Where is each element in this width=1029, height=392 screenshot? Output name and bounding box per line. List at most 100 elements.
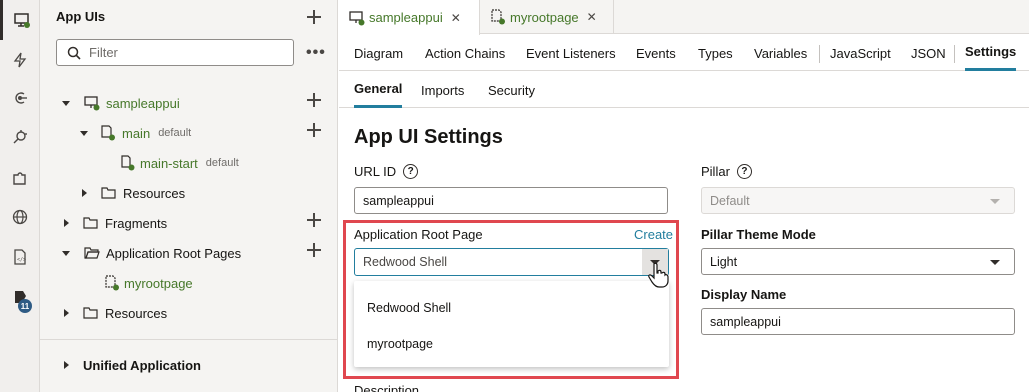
close-icon[interactable]: ✕ [451, 11, 461, 25]
option-myrootpage[interactable]: myrootpage [367, 337, 433, 351]
tree-item-sampleappui[interactable]: sampleappui [62, 92, 180, 114]
expand-caret-icon[interactable] [82, 189, 87, 197]
root-page-label: Application Root Page [354, 227, 483, 242]
hand-cursor-icon [648, 262, 669, 288]
description-label: Description [354, 383, 420, 392]
tree-item-label: Resources [123, 185, 186, 201]
file-tab-sampleappui[interactable]: sampleappui ✕ [339, 0, 480, 35]
root-page-select[interactable]: Redwood Shell [354, 248, 669, 276]
components-icon[interactable] [0, 158, 40, 198]
pillar-label: Pillar ? [701, 164, 752, 179]
app-uis-icon[interactable] [0, 0, 40, 40]
close-icon[interactable]: ✕ [587, 10, 597, 24]
expand-caret-icon[interactable] [64, 361, 69, 369]
tree-item-application-root-pages[interactable]: Application Root Pages [62, 242, 241, 264]
settings-tab-bar: General Imports Security [339, 72, 1029, 108]
audit-icon[interactable]: 11 [0, 277, 40, 317]
file-tab-label: myrootpage [510, 9, 579, 25]
pillar-theme-label: Pillar Theme Mode [701, 227, 816, 242]
collapse-caret-icon[interactable] [80, 130, 88, 136]
help-icon[interactable]: ? [403, 164, 419, 179]
tree-item-label: sampleappui [106, 95, 180, 111]
globe-icon[interactable] [0, 197, 40, 237]
page-icon [120, 155, 136, 171]
tab-action-chains[interactable]: Action Chains [425, 35, 505, 71]
display-name-label: Display Name [701, 287, 787, 302]
expand-caret-icon[interactable] [64, 309, 69, 317]
flow-icon [100, 125, 116, 141]
tab-javascript[interactable]: JavaScript [830, 35, 891, 71]
tree-item-label: myrootpage [124, 275, 193, 291]
file-tab-myrootpage[interactable]: myrootpage ✕ [480, 0, 614, 34]
folder-icon [83, 215, 99, 231]
option-redwood-shell[interactable]: Redwood Shell [367, 301, 451, 315]
tree-item-myrootpage[interactable]: myrootpage [104, 272, 193, 294]
tree-item-fragments[interactable]: Fragments [64, 212, 167, 234]
file-tab-label: sampleappui [369, 10, 443, 25]
add-to-main-button[interactable] [307, 123, 321, 137]
unified-application-label: Unified Application [83, 357, 201, 373]
tab-security[interactable]: Security [488, 72, 535, 108]
tab-general[interactable]: General [354, 72, 403, 108]
url-id-label: URL ID ? [354, 164, 419, 179]
help-icon[interactable]: ? [736, 164, 752, 179]
tab-variables[interactable]: Variables [754, 35, 807, 71]
plug-icon[interactable] [0, 117, 40, 157]
collapse-caret-icon[interactable] [62, 250, 70, 256]
chevron-down-icon [990, 199, 1000, 204]
tab-types[interactable]: Types [698, 35, 733, 71]
tab-json[interactable]: JSON [911, 35, 946, 71]
editor-area: sampleappui ✕ myrootpage ✕ Diagram Actio… [339, 0, 1029, 392]
tab-imports[interactable]: Imports [421, 72, 464, 108]
unified-application-section[interactable]: Unified Application [64, 354, 201, 376]
editor-tab-bar: Diagram Action Chains Event Listeners Ev… [339, 35, 1029, 71]
svg-text:</>: </> [17, 257, 26, 263]
tab-diagram[interactable]: Diagram [354, 35, 403, 71]
collapse-caret-icon[interactable] [62, 100, 70, 106]
tree-item-label: Application Root Pages [106, 245, 242, 261]
add-root-page-button[interactable] [307, 243, 321, 257]
app-ui-icon [349, 10, 365, 26]
tree-item-label: main [122, 125, 151, 141]
pillar-theme-select[interactable]: Light [701, 248, 1015, 275]
tree-item-main[interactable]: main default [80, 122, 191, 144]
filter-input[interactable] [89, 45, 269, 60]
tab-events[interactable]: Events [636, 35, 676, 71]
expand-caret-icon[interactable] [64, 219, 69, 227]
page-title: App UI Settings [354, 126, 503, 148]
activity-bar: </> 11 [0, 0, 40, 392]
add-to-sampleappui-button[interactable] [307, 93, 321, 107]
more-options-button[interactable]: ••• [306, 44, 326, 62]
services-icon[interactable] [0, 78, 40, 118]
tab-event-listeners[interactable]: Event Listeners [526, 35, 616, 71]
tab-settings[interactable]: Settings [965, 35, 1017, 71]
search-icon [67, 46, 81, 60]
navigator-divider [40, 339, 338, 340]
tree-item-resources[interactable]: Resources [82, 182, 185, 204]
folder-icon [101, 185, 117, 201]
display-name-field[interactable]: sampleappui [701, 308, 1015, 335]
root-page-icon [490, 9, 506, 25]
tree-item-label: Fragments [105, 215, 168, 231]
create-link[interactable]: Create [634, 227, 673, 242]
root-page-value: Redwood Shell [363, 255, 448, 269]
navigator-title: App UIs [56, 9, 106, 24]
filter-field[interactable] [56, 39, 294, 66]
chevron-down-icon[interactable] [990, 260, 1000, 265]
tree-item-label: main-start [140, 155, 198, 171]
source-file-icon[interactable]: </> [0, 237, 40, 277]
tab-separator [954, 45, 955, 63]
folder-icon [83, 305, 99, 321]
app-ui-icon [84, 95, 100, 111]
pillar-value: Default [710, 193, 750, 208]
tree-item-main-start[interactable]: main-start default [120, 152, 239, 174]
url-id-field[interactable]: sampleappui [354, 187, 668, 214]
tree-item-resources[interactable]: Resources [64, 302, 167, 324]
add-fragment-button[interactable] [307, 213, 321, 227]
folder-open-icon [84, 245, 100, 261]
tab-separator [819, 45, 820, 63]
default-tag: default [205, 157, 239, 169]
root-page-dropdown: Redwood Shell myrootpage [354, 281, 669, 367]
lightning-icon[interactable] [0, 40, 40, 80]
add-app-ui-button[interactable] [307, 10, 321, 24]
